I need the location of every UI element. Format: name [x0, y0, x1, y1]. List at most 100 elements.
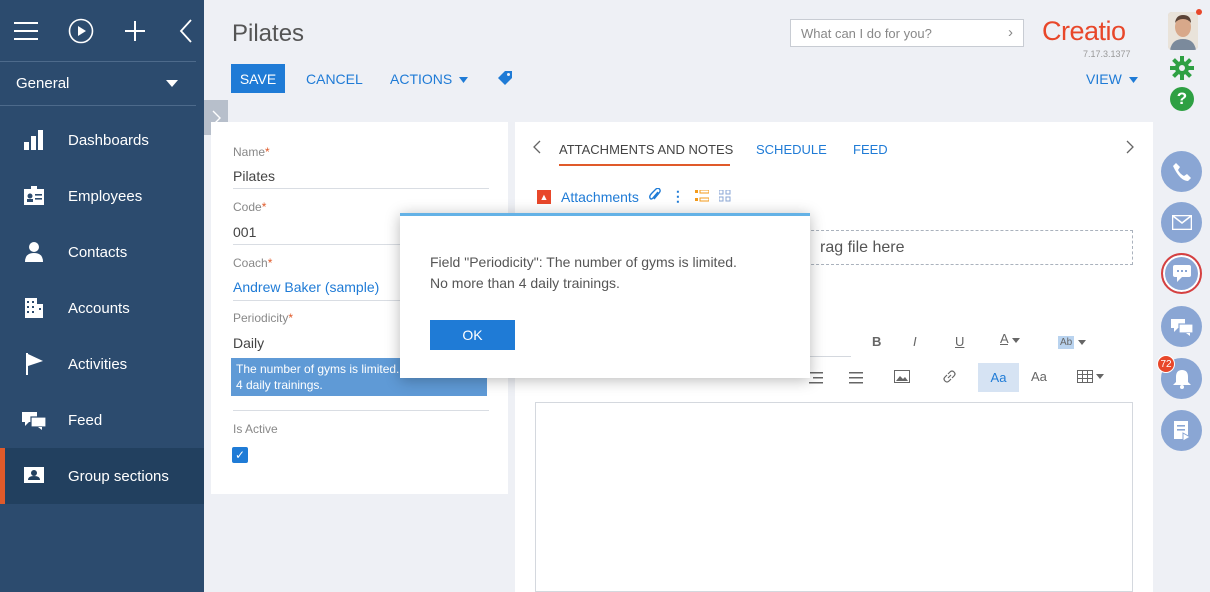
actions-label: ACTIONS: [390, 71, 453, 87]
dropzone-text: rag file here: [820, 239, 905, 256]
chat-bubbles-icon: [22, 408, 46, 432]
sidebar-top-bar: [0, 0, 196, 62]
sidebar-item-contacts[interactable]: Contacts: [0, 224, 204, 280]
active-tab-indicator: [559, 164, 730, 166]
name-field-label: Name*: [233, 145, 270, 159]
list-view-icon[interactable]: [694, 189, 710, 205]
code-field[interactable]: 001: [233, 224, 256, 240]
notes-editor[interactable]: [535, 402, 1133, 592]
tabs-scroll-right-icon[interactable]: [1126, 140, 1134, 159]
paperclip-icon[interactable]: [648, 187, 661, 205]
sidebar-item-label: Feed: [68, 411, 103, 429]
image-icon[interactable]: [894, 370, 910, 388]
periodicity-field-label: Periodicity*: [233, 311, 294, 325]
sidebar-item-label: Employees: [68, 187, 143, 205]
id-card-icon: [22, 184, 46, 208]
back-chevron-icon[interactable]: [176, 18, 196, 44]
sidebar-item-employees[interactable]: Employees: [0, 168, 204, 224]
left-sidebar: General Dashboards Employees Contacts Ac…: [0, 0, 204, 592]
bar-chart-icon: [22, 128, 46, 152]
tab-attachments-and-notes[interactable]: ATTACHMENTS AND NOTES: [559, 142, 733, 157]
highlight-label: Ab: [1058, 336, 1075, 349]
view-label: VIEW: [1086, 71, 1122, 87]
communication-panel: ? 72: [1154, 0, 1210, 592]
chevron-down-icon: [1011, 338, 1020, 343]
view-button[interactable]: VIEW: [1086, 71, 1138, 87]
tile-view-icon[interactable]: [718, 189, 731, 205]
periodicity-field[interactable]: Daily: [233, 335, 264, 351]
coach-field[interactable]: Andrew Baker (sample): [233, 279, 379, 295]
bell-icon: [1172, 369, 1191, 389]
feed-button[interactable]: [1161, 306, 1202, 347]
sidebar-item-feed[interactable]: Feed: [0, 392, 204, 448]
phone-icon: [1172, 162, 1191, 181]
more-options-icon[interactable]: ⋮: [671, 188, 685, 205]
justify-icon[interactable]: [849, 371, 863, 389]
plus-icon[interactable]: [124, 18, 146, 44]
attachments-header: ▲ Attachments ⋮: [537, 187, 731, 205]
dialog-message: Field "Periodicity": The number of gyms …: [430, 252, 737, 294]
collapse-toggle-icon[interactable]: ▲: [537, 189, 551, 204]
command-search-input[interactable]: What can I do for you? ›: [790, 19, 1024, 47]
email-button[interactable]: [1161, 202, 1202, 243]
flag-icon: [22, 352, 46, 376]
envelope-icon: [1171, 215, 1192, 230]
sidebar-item-label: Accounts: [68, 299, 130, 317]
underline-button[interactable]: U: [955, 334, 964, 349]
workplace-selector[interactable]: General: [0, 62, 196, 106]
tab-schedule[interactable]: SCHEDULE: [756, 142, 827, 157]
sidebar-item-dashboards[interactable]: Dashboards: [0, 112, 204, 168]
contact-card-icon: [22, 464, 46, 488]
highlight-button[interactable]: Ab: [1058, 333, 1086, 349]
cancel-button[interactable]: CANCEL: [306, 71, 363, 87]
sidebar-item-label: Activities: [68, 355, 128, 373]
tag-icon[interactable]: [497, 70, 513, 91]
italic-button[interactable]: I: [913, 334, 917, 349]
avatar[interactable]: [1168, 12, 1198, 50]
notification-count-badge: 72: [1157, 355, 1175, 373]
chat-bubbles-icon: [1170, 318, 1193, 336]
phone-button[interactable]: [1161, 151, 1202, 192]
validation-dialog: Field "Periodicity": The number of gyms …: [400, 213, 810, 378]
gear-icon[interactable]: [1170, 56, 1194, 80]
sidebar-item-group-sections[interactable]: Group sections: [0, 448, 204, 504]
bold-button[interactable]: B: [872, 334, 881, 349]
actions-button[interactable]: ACTIONS: [390, 71, 469, 87]
presence-indicator: [1196, 9, 1202, 15]
chat-button[interactable]: [1161, 253, 1202, 294]
align-right-icon[interactable]: [809, 371, 823, 389]
font-color-button[interactable]: A: [1000, 331, 1020, 346]
version-label: 7.17.3.1377: [1083, 49, 1131, 59]
sidebar-item-activities[interactable]: Activities: [0, 336, 204, 392]
active-field-label: Is Active: [233, 422, 278, 436]
name-field[interactable]: Pilates: [233, 168, 275, 184]
creatio-logo: Creatio: [1042, 16, 1126, 46]
case-format-button[interactable]: Aa: [1031, 369, 1047, 384]
sidebar-item-label: Group sections: [68, 467, 169, 485]
menu-icon[interactable]: [14, 18, 38, 44]
chevron-down-icon: [1128, 77, 1138, 84]
search-placeholder: What can I do for you?: [801, 26, 932, 41]
link-icon[interactable]: [942, 369, 957, 389]
coach-field-label: Coach*: [233, 256, 273, 270]
table-button[interactable]: [1077, 370, 1104, 383]
tabs-scroll-left-icon[interactable]: [533, 140, 541, 159]
page-title: Pilates: [232, 20, 305, 47]
sidebar-item-label: Contacts: [68, 243, 128, 261]
sidebar-item-accounts[interactable]: Accounts: [0, 280, 204, 336]
case-format-button-active[interactable]: Aa: [978, 363, 1019, 392]
sidebar-item-label: Dashboards: [68, 131, 149, 149]
chevron-right-icon[interactable]: ›: [1008, 24, 1013, 41]
ok-button[interactable]: OK: [430, 320, 515, 350]
is-active-checkbox[interactable]: ✓: [232, 447, 248, 463]
play-icon[interactable]: [68, 18, 94, 44]
table-icon: [1077, 370, 1093, 383]
save-button[interactable]: SAVE: [231, 64, 285, 93]
font-color-label: A: [1000, 331, 1008, 346]
chevron-down-icon: [459, 77, 469, 84]
field-divider: [233, 410, 489, 411]
help-icon[interactable]: ?: [1170, 87, 1194, 111]
tab-feed[interactable]: FEED: [853, 142, 888, 157]
process-button[interactable]: [1161, 410, 1202, 451]
dialog-message-line-2: No more than 4 daily trainings.: [430, 275, 620, 291]
